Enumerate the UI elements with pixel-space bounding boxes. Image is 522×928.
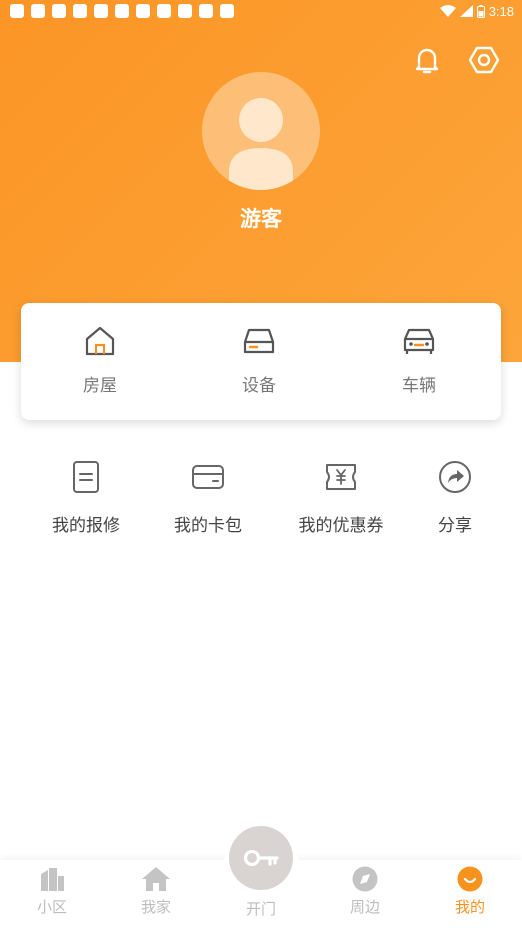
- quick-access-card: 房屋 设备 车辆: [21, 303, 501, 420]
- device-icon: [243, 328, 275, 354]
- service-my-coupons[interactable]: 我的优惠券: [288, 460, 394, 550]
- smile-icon: [457, 866, 483, 892]
- quick-item-car[interactable]: 车辆: [359, 325, 479, 405]
- notification-icon: [10, 4, 24, 18]
- avatar[interactable]: [202, 72, 320, 190]
- tab-label: 我的: [454, 898, 485, 916]
- settings-icon[interactable]: [468, 44, 500, 76]
- bell-icon[interactable]: [411, 44, 443, 76]
- signal-icon: [459, 5, 473, 17]
- wifi-icon: [439, 5, 456, 17]
- tab-open-door-label[interactable]: 开门: [221, 898, 301, 919]
- quick-item-label: 设备: [242, 376, 276, 396]
- service-share[interactable]: 分享: [415, 460, 495, 550]
- quick-item-label: 房屋: [83, 376, 117, 396]
- service-my-repairs[interactable]: 我的报修: [38, 460, 134, 550]
- notification-icon: [157, 4, 171, 18]
- quick-item-house[interactable]: 房屋: [40, 325, 160, 405]
- tab-label: 小区: [36, 898, 67, 916]
- tab-label: 周边: [349, 898, 380, 916]
- user-name[interactable]: 游客: [0, 203, 522, 233]
- tab-my-home[interactable]: 我家: [116, 866, 196, 917]
- car-icon: [403, 328, 435, 354]
- home-icon: [142, 867, 170, 891]
- user-silhouette-icon: [229, 98, 293, 190]
- notification-icon: [52, 4, 66, 18]
- service-my-cards[interactable]: 我的卡包: [160, 460, 256, 550]
- notification-icon: [31, 4, 45, 18]
- notification-icon: [178, 4, 192, 18]
- tab-label: 我家: [140, 898, 171, 916]
- notification-icon: [199, 4, 213, 18]
- service-label: 我的卡包: [174, 516, 242, 536]
- tab-nearby[interactable]: 周边: [325, 866, 405, 917]
- open-door-button[interactable]: [229, 826, 293, 890]
- battery-icon: [476, 4, 485, 18]
- notification-icon: [136, 4, 150, 18]
- status-bar: 3:18: [0, 0, 522, 24]
- notification-icon: [94, 4, 108, 18]
- tab-community[interactable]: 小区: [12, 866, 92, 917]
- quick-item-device[interactable]: 设备: [199, 325, 319, 405]
- share-icon: [439, 461, 471, 493]
- coupon-icon: [326, 464, 356, 490]
- quick-item-label: 车辆: [402, 376, 436, 396]
- notification-icon: [115, 4, 129, 18]
- key-icon: [243, 849, 279, 867]
- notification-icon: [73, 4, 87, 18]
- building-icon: [41, 868, 64, 891]
- house-icon: [85, 326, 115, 356]
- repair-doc-icon: [73, 461, 99, 493]
- compass-icon: [352, 866, 378, 892]
- tab-mine[interactable]: 我的: [430, 866, 510, 917]
- status-time: 3:18: [488, 3, 514, 19]
- service-label: 我的优惠券: [298, 516, 384, 536]
- notification-icon: [220, 4, 234, 18]
- service-label: 分享: [438, 516, 472, 536]
- service-label: 我的报修: [52, 516, 120, 536]
- wallet-card-icon: [192, 465, 224, 489]
